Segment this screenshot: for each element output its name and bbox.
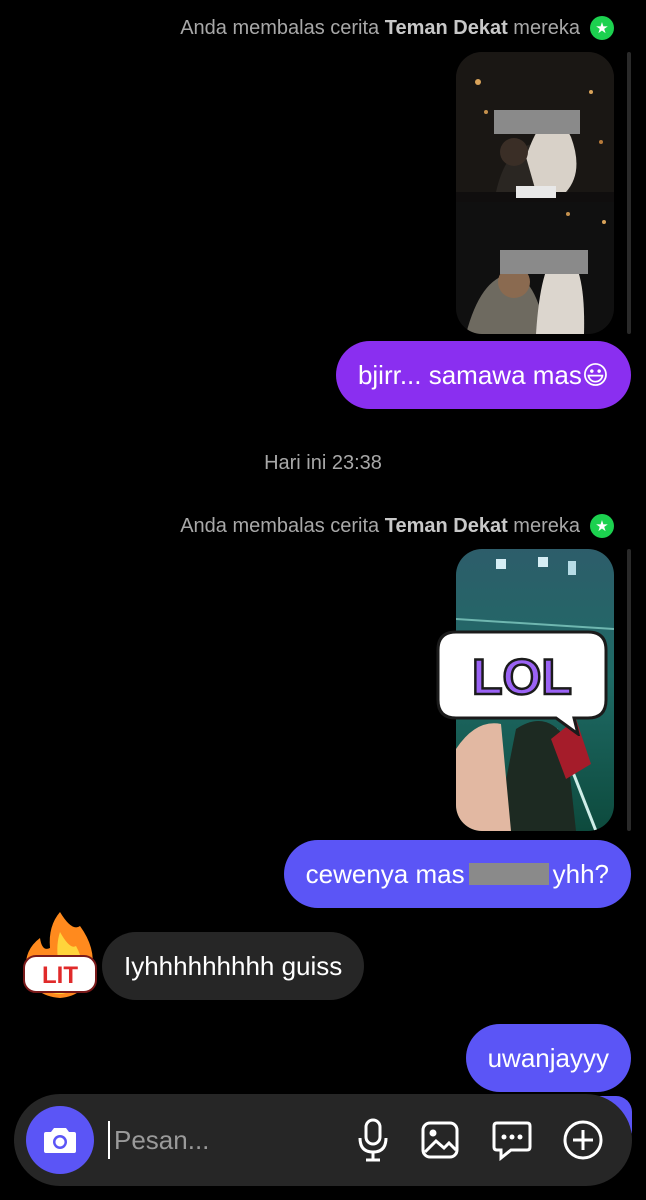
sticker-text: LOL	[472, 649, 572, 705]
close-friends-star-icon: ★	[590, 16, 614, 40]
sticker-text: LIT	[42, 962, 78, 989]
message-text: yhh?	[552, 858, 609, 889]
camera-button[interactable]	[26, 1106, 94, 1174]
story-reply-text: Anda membalas cerita Teman Dekat mereka	[180, 514, 580, 537]
text-cursor	[108, 1121, 110, 1159]
outgoing-message[interactable]: bjirr... samawa mas😃	[335, 341, 631, 409]
conversation-timestamp: Hari ini 23:38	[264, 452, 382, 474]
sticker-chat-button[interactable]	[488, 1116, 536, 1164]
microphone-icon	[358, 1118, 388, 1162]
lol-sticker: LOL	[434, 628, 610, 738]
outgoing-message[interactable]: uwanjayyy	[465, 1024, 631, 1092]
lit-sticker-avatar[interactable]: LIT	[20, 910, 100, 1000]
gallery-icon	[421, 1121, 459, 1159]
gallery-button[interactable]	[416, 1116, 464, 1164]
message-composer	[14, 1094, 632, 1186]
story-scroll-indicator	[627, 52, 631, 334]
close-friends-star-icon: ★	[590, 514, 614, 538]
message-text: uwanjayyy	[487, 1042, 609, 1073]
message-input[interactable]	[112, 1123, 316, 1157]
story-thumbnail[interactable]	[456, 52, 614, 334]
story-image	[456, 52, 614, 334]
add-plus-button[interactable]	[559, 1116, 607, 1164]
outgoing-message[interactable]: cewenya mas yhh?	[283, 840, 631, 908]
story-scroll-indicator	[627, 549, 631, 831]
camera-icon	[44, 1128, 76, 1153]
story-reply-text: Anda membalas cerita Teman Dekat mereka	[180, 16, 580, 39]
microphone-button[interactable]	[349, 1116, 397, 1164]
sticker-chat-icon	[492, 1121, 532, 1161]
add-plus-icon	[563, 1120, 603, 1160]
story-reply-note: Anda membalas cerita Teman Dekat mereka …	[180, 16, 614, 40]
redacted-name-block	[468, 863, 549, 885]
message-text: bjirr... samawa mas😃	[357, 359, 609, 390]
message-text: Iyhhhhhhhhh guiss	[124, 950, 343, 981]
message-text: cewenya mas	[305, 858, 465, 889]
story-reply-note: Anda membalas cerita Teman Dekat mereka …	[180, 514, 614, 538]
incoming-message[interactable]: Iyhhhhhhhhh guiss	[102, 932, 365, 1000]
